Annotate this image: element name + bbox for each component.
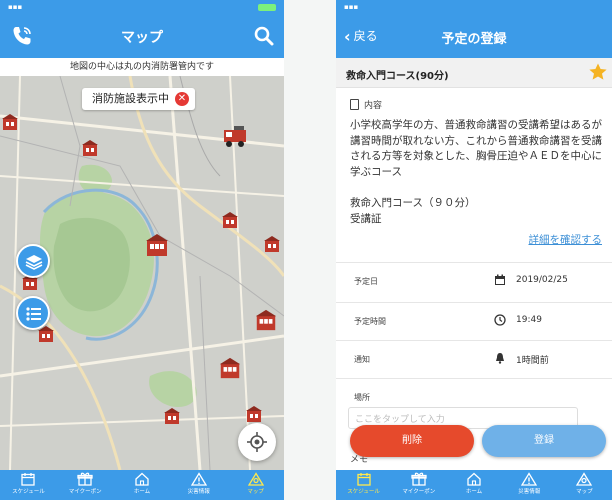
layers-icon bbox=[25, 255, 43, 270]
page-title: 予定の登録 bbox=[441, 32, 507, 47]
map-center-notice: 地図の中心は丸の内消防署管内です bbox=[0, 58, 284, 76]
tab-disaster-info[interactable]: 災害情報 bbox=[170, 470, 227, 500]
map-pin-icon bbox=[576, 472, 593, 486]
app-header: マップ bbox=[0, 14, 284, 58]
home-icon bbox=[135, 472, 149, 486]
time-label: 予定時間 bbox=[354, 317, 386, 326]
search-icon[interactable] bbox=[252, 24, 276, 48]
date-label: 予定日 bbox=[354, 277, 378, 286]
bell-icon bbox=[496, 353, 504, 364]
notification-label: 通知 bbox=[354, 355, 370, 364]
fire-station-marker[interactable] bbox=[244, 404, 264, 424]
date-value: 2019/02/25 bbox=[516, 275, 568, 285]
fire-station-marker[interactable] bbox=[80, 138, 100, 158]
tab-my-coupon[interactable]: マイクーポン bbox=[57, 470, 114, 500]
crosshair-icon bbox=[247, 432, 267, 452]
fire-station-marker[interactable] bbox=[262, 234, 282, 254]
content-label-text: 内容 bbox=[364, 101, 383, 111]
course-title-row: 救命入門コース(90分) bbox=[336, 58, 612, 88]
tab-label: マップ bbox=[576, 489, 593, 495]
status-bar: ▪▪▪ bbox=[0, 0, 284, 14]
screenshot: ▪▪▪ マップ 地図の中心は丸の内消防署管内です 消防施設表示中 ✕ スケジュー… bbox=[0, 0, 612, 500]
gift-icon bbox=[77, 472, 93, 486]
tab-label: マップ bbox=[247, 489, 264, 495]
tab-my-coupon[interactable]: マイクーポン bbox=[391, 470, 446, 500]
tab-label: スケジュール bbox=[347, 489, 380, 495]
list-icon bbox=[26, 307, 41, 321]
course-description: 小学校高学年の方、普通救命講習の受講希望はあるが講習時間が取れない方、これから普… bbox=[350, 119, 602, 178]
tab-map[interactable]: マップ bbox=[227, 470, 284, 500]
bottom-tab-bar: スケジュール マイクーポン ホーム 災害情報 マップ bbox=[336, 470, 612, 500]
tab-label: マイクーポン bbox=[68, 489, 102, 495]
tab-home[interactable]: ホーム bbox=[446, 470, 501, 500]
tab-label: スケジュール bbox=[12, 489, 45, 495]
fire-headquarters-marker[interactable] bbox=[218, 356, 242, 380]
tab-label: ホーム bbox=[133, 489, 151, 495]
fire-engine-marker[interactable] bbox=[222, 124, 248, 148]
calendar-icon bbox=[356, 473, 371, 486]
tab-map[interactable]: マップ bbox=[557, 470, 612, 500]
calendar-icon bbox=[495, 274, 505, 285]
tab-schedule[interactable]: スケジュール bbox=[336, 470, 391, 500]
tab-label: 災害情報 bbox=[518, 489, 541, 495]
star-icon[interactable] bbox=[588, 62, 608, 82]
bottom-tab-bar: スケジュール マイクーポン ホーム 災害情報 マップ bbox=[0, 470, 284, 500]
register-button[interactable]: 登録 bbox=[482, 425, 606, 457]
delete-button[interactable]: 削除 bbox=[350, 425, 474, 457]
list-button[interactable] bbox=[16, 296, 50, 330]
layers-button[interactable] bbox=[16, 244, 50, 278]
chip-label: 消防施設表示中 bbox=[92, 92, 169, 105]
fire-station-marker[interactable] bbox=[220, 210, 240, 230]
fire-station-marker[interactable] bbox=[0, 112, 20, 132]
status-bar: ▪▪▪ bbox=[336, 0, 612, 14]
date-field[interactable]: 予定日 2019/02/25 bbox=[336, 262, 612, 298]
close-icon[interactable]: ✕ bbox=[175, 92, 189, 106]
app-header: ‹ 戻る 予定の登録 bbox=[336, 14, 612, 58]
fire-facility-filter-chip[interactable]: 消防施設表示中 ✕ bbox=[82, 88, 195, 110]
clock-icon bbox=[494, 314, 506, 326]
time-field[interactable]: 予定時間 19:49 bbox=[336, 302, 612, 338]
warning-icon bbox=[190, 472, 207, 486]
notification-value: 1時間前 bbox=[516, 356, 549, 366]
tab-label: マイクーポン bbox=[402, 489, 436, 495]
place-label: 場所 bbox=[354, 393, 370, 402]
tab-label: 災害情報 bbox=[187, 489, 210, 495]
warning-icon bbox=[521, 472, 538, 486]
course-title: 救命入門コース(90分) bbox=[346, 71, 449, 82]
fire-headquarters-marker[interactable] bbox=[144, 232, 170, 258]
home-icon bbox=[467, 472, 481, 486]
map-view[interactable]: 消防施設表示中 ✕ bbox=[0, 76, 284, 470]
map-pin-icon bbox=[247, 472, 264, 486]
battery-icon bbox=[258, 4, 276, 11]
content-label: 内容 bbox=[350, 98, 382, 111]
schedule-register-screen: ▪▪▪ ‹ 戻る 予定の登録 救命入門コース(90分) 内容 小学校高学年の方、普… bbox=[336, 0, 612, 500]
tab-disaster-info[interactable]: 災害情報 bbox=[502, 470, 557, 500]
detail-link[interactable]: 詳細を確認する bbox=[529, 232, 603, 247]
calendar-icon bbox=[21, 473, 36, 486]
time-value: 19:49 bbox=[516, 315, 542, 325]
current-location-button[interactable] bbox=[238, 423, 276, 461]
tab-schedule[interactable]: スケジュール bbox=[0, 470, 57, 500]
signal-icon: ▪▪▪ bbox=[8, 3, 23, 11]
tab-home[interactable]: ホーム bbox=[114, 470, 171, 500]
course-name: 救命入門コース（９０分） bbox=[350, 197, 476, 209]
document-icon bbox=[350, 99, 359, 110]
fire-station-marker[interactable] bbox=[162, 406, 182, 426]
gift-icon bbox=[411, 472, 427, 486]
page-title: マップ bbox=[121, 30, 163, 46]
fire-headquarters-marker[interactable] bbox=[254, 308, 278, 332]
map-screen: ▪▪▪ マップ 地図の中心は丸の内消防署管内です 消防施設表示中 ✕ スケジュー… bbox=[0, 0, 284, 500]
signal-icon: ▪▪▪ bbox=[344, 3, 359, 11]
certificate-label: 受講証 bbox=[350, 213, 382, 225]
tab-label: ホーム bbox=[465, 489, 483, 495]
notification-field[interactable]: 通知 1時間前 bbox=[336, 340, 612, 376]
